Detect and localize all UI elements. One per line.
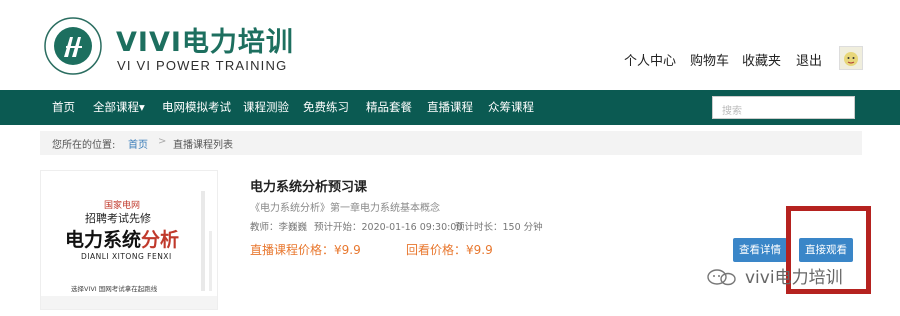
nav-live-courses[interactable]: 直播课程: [427, 90, 473, 125]
cart-link[interactable]: 购物车: [690, 50, 729, 69]
cover-pinyin: DIANLI XITONG FENXI: [81, 252, 172, 261]
breadcrumb-home[interactable]: 首页: [128, 136, 148, 151]
nav-crowdfunding[interactable]: 众筹课程: [488, 90, 534, 125]
avatar[interactable]: [839, 46, 863, 70]
wechat-icon: [707, 269, 736, 286]
replay-price: 回看价格：¥9.9: [406, 243, 493, 257]
search-input[interactable]: 搜索: [712, 96, 855, 119]
brand-name: VIVI电力培训: [116, 27, 294, 58]
view-details-button[interactable]: 查看详情: [733, 238, 787, 262]
logout-link[interactable]: 退出: [796, 50, 822, 69]
breadcrumb-current: 直播课程列表: [173, 140, 233, 151]
cover-title-a: 电力系统: [65, 229, 142, 251]
nav-all-courses[interactable]: 全部课程▾: [93, 90, 145, 125]
nav-mock-exam[interactable]: 电网模拟考试: [162, 90, 231, 125]
logo-icon[interactable]: [44, 17, 102, 75]
nav-packages[interactable]: 精品套餐: [366, 90, 412, 125]
site-header: VIVI电力培训 VI VI POWER TRAINING 个人中心 购物车 收…: [0, 0, 900, 90]
course-duration: 预计时长：150 分钟: [455, 222, 543, 233]
course-subtitle: 《电力系统分析》第一章电力系统基本概念: [250, 203, 440, 214]
course-teacher: 教师：李巍巍: [250, 222, 308, 233]
brand-tagline: VI VI POWER TRAINING: [117, 58, 288, 73]
cover-title-b: 分析: [141, 229, 180, 251]
cover-footer: 选择VIVI 国网考试拿在起跑线: [71, 285, 158, 293]
cover-line1: 招聘考试先修: [85, 212, 151, 225]
nav-course-quiz[interactable]: 课程测验: [243, 90, 289, 125]
user-center-link[interactable]: 个人中心: [624, 50, 676, 69]
breadcrumb-separator: >: [158, 136, 167, 147]
breadcrumb-label: 您所在的位置:: [52, 140, 116, 151]
nav-home[interactable]: 首页: [52, 90, 75, 125]
avatar-icon: [844, 52, 858, 66]
watermark-text: vivi电力培训: [745, 268, 843, 288]
live-price: 直播课程价格：¥9.9: [250, 243, 361, 257]
course-title[interactable]: 电力系统分析预习课: [250, 176, 367, 195]
course-start-time: 预计开始：2020-01-16 09:30:00: [314, 222, 463, 233]
nav-free-practice[interactable]: 免费练习: [303, 90, 349, 125]
course-cover[interactable]: 国家电网 招聘考试先修 电力系统分析 DIANLI XITONG FENXI 选…: [40, 170, 218, 310]
favorites-link[interactable]: 收藏夹: [742, 50, 781, 69]
